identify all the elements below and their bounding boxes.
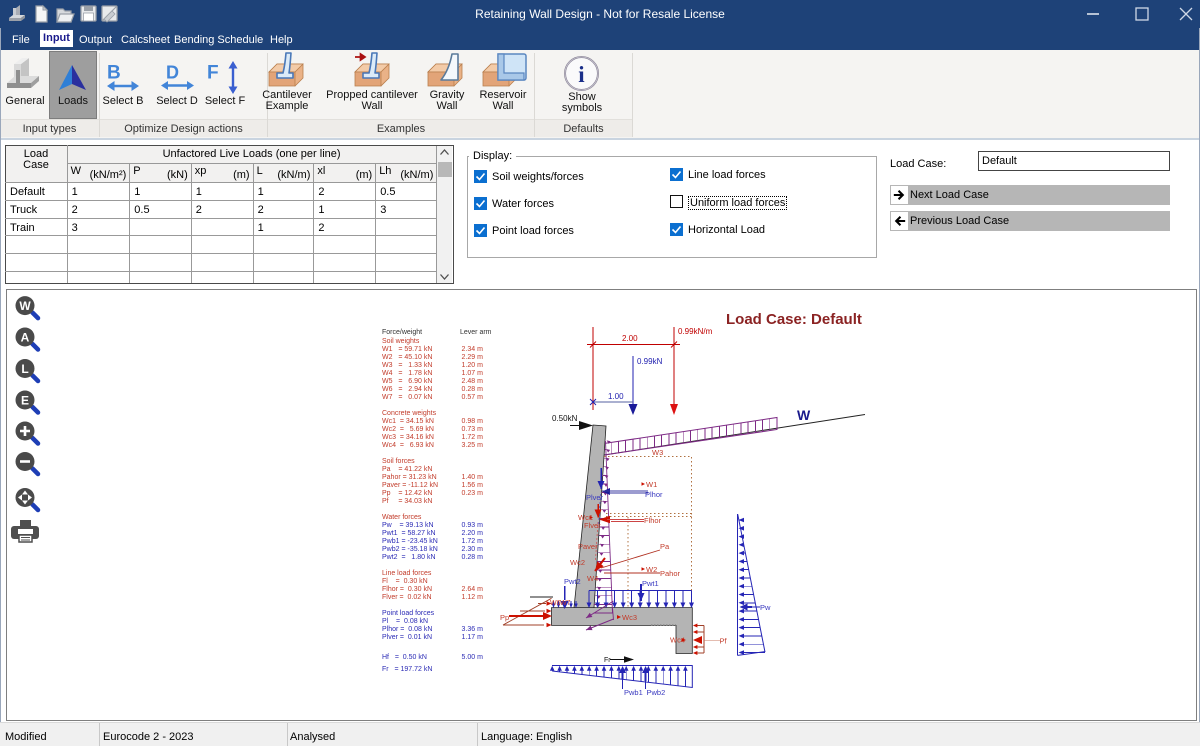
svg-text:F: F bbox=[207, 63, 219, 84]
svg-text:Pwb1: Pwb1 bbox=[624, 688, 643, 697]
svg-text:0.99kN/m: 0.99kN/m bbox=[678, 327, 713, 336]
svg-text:1.00: 1.00 bbox=[608, 392, 624, 401]
svg-text:Flver: Flver bbox=[584, 521, 601, 530]
svg-text:Wc2: Wc2 bbox=[570, 558, 585, 567]
svg-text:W4: W4 bbox=[587, 574, 598, 583]
svg-text:Paver: Paver bbox=[578, 542, 598, 551]
svg-text:D: D bbox=[166, 63, 179, 83]
svg-text:Pf: Pf bbox=[720, 637, 728, 646]
svg-text:0.99kN: 0.99kN bbox=[637, 357, 663, 366]
svg-text:Wc3: Wc3 bbox=[622, 613, 637, 622]
svg-text:Pwb2: Pwb2 bbox=[647, 688, 666, 697]
svg-text:W1: W1 bbox=[646, 480, 657, 489]
svg-text:Pwt1: Pwt1 bbox=[642, 579, 659, 588]
svg-text:Pa: Pa bbox=[660, 542, 670, 551]
svg-text:Fr: Fr bbox=[604, 657, 611, 664]
svg-text:W: W bbox=[797, 407, 811, 423]
svg-text:Pp: Pp bbox=[500, 613, 509, 622]
svg-text:Pwt2: Pwt2 bbox=[564, 577, 581, 586]
svg-text:Plhor: Plhor bbox=[645, 490, 663, 499]
svg-text:2.00: 2.00 bbox=[622, 334, 638, 343]
svg-text:i: i bbox=[578, 62, 585, 87]
svg-text:B: B bbox=[107, 63, 121, 84]
svg-text:W7: W7 bbox=[560, 600, 571, 607]
svg-text:Plver: Plver bbox=[586, 493, 604, 502]
svg-text:Pahor: Pahor bbox=[660, 569, 681, 578]
svg-text:0.50kN: 0.50kN bbox=[552, 414, 578, 423]
svg-text:W3: W3 bbox=[652, 448, 663, 457]
svg-text:Pw: Pw bbox=[760, 603, 771, 612]
svg-text:Flhor: Flhor bbox=[644, 516, 662, 525]
